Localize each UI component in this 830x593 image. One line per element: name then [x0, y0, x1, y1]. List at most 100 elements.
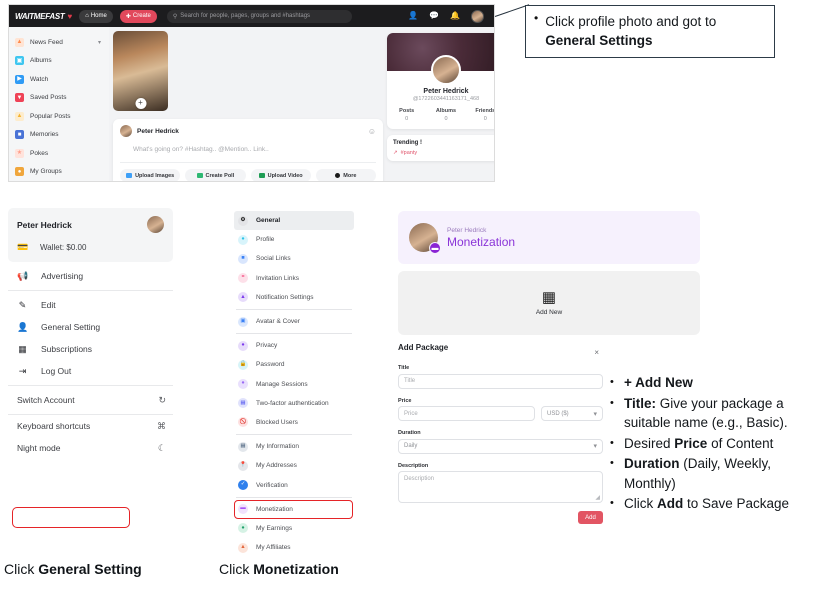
- logout-icon: ⇥: [18, 365, 27, 376]
- settings-item-invitation-links[interactable]: ⚭ Invitation Links: [234, 269, 354, 288]
- add-friend-icon[interactable]: 👤: [408, 12, 418, 20]
- settings-item-my-affiliates[interactable]: ▲ My Affiliates: [234, 538, 354, 557]
- settings-item-privacy[interactable]: ● Privacy: [234, 336, 354, 355]
- app-logo[interactable]: WAITMEFAST: [15, 12, 65, 21]
- navbar-actions: 👤 💬 🔔: [408, 9, 488, 23]
- settings-item-general[interactable]: ⚙ General: [234, 211, 354, 231]
- list-item: • Title: Give your package a suitable na…: [610, 394, 826, 433]
- dropdown-item-night-mode[interactable]: Night mode ☾: [8, 437, 173, 459]
- dropdown-item-general-setting[interactable]: 👤 General Setting: [8, 316, 173, 338]
- trending-title: Trending !: [393, 140, 422, 146]
- nav-home-label: Home: [90, 13, 107, 19]
- app-navbar: WAITMEFAST ♥ ⌂ Home ✚ Create ⚲ Search fo…: [9, 5, 494, 27]
- sidebar-item-watch[interactable]: ▶ Watch: [15, 70, 109, 89]
- caption-general-setting: Click General Setting: [4, 561, 142, 577]
- button-label: Upload Video: [267, 172, 303, 179]
- sidebar-item-saved-posts[interactable]: ▼ Saved Posts: [15, 89, 109, 108]
- callout-text-bold: General Settings: [545, 33, 653, 48]
- sidebar-item-albums[interactable]: ▣ Albums: [15, 52, 109, 71]
- sidebar-item-pokes[interactable]: ★ Pokes: [15, 144, 109, 163]
- field-label: Title: [398, 365, 410, 371]
- bell-icon[interactable]: 🔔: [450, 12, 460, 20]
- title-input[interactable]: Title: [398, 373, 603, 389]
- search-input[interactable]: ⚲ Search for people, pages, groups and #…: [166, 9, 352, 23]
- sidebar-label: Watch: [30, 75, 49, 83]
- divider: [236, 434, 352, 436]
- add-story-icon[interactable]: +: [135, 98, 146, 109]
- settings-item-my-information[interactable]: ▦ My Information: [234, 437, 354, 456]
- bullet-text: Title: Give your package a suitable name…: [624, 394, 826, 433]
- settings-item-social-links[interactable]: ■ Social Links: [234, 249, 354, 268]
- composer-placeholder[interactable]: What's going on? #Hashtag.. @Mention.. L…: [133, 146, 376, 153]
- monetization-heading-text: Peter Hedrick Monetization: [447, 227, 515, 249]
- price-input[interactable]: Price: [398, 406, 535, 421]
- callout-box: • Click profile photo and got to General…: [525, 5, 775, 58]
- bullet-icon: •: [610, 396, 614, 409]
- emoji-icon[interactable]: ☺: [368, 127, 376, 136]
- nav-home-button[interactable]: ⌂ Home: [79, 9, 113, 23]
- add-button[interactable]: Add: [578, 511, 603, 524]
- nav-create-button[interactable]: ✚ Create: [119, 9, 157, 23]
- dropdown-item-subscriptions[interactable]: ▦ Subscriptions: [8, 338, 173, 360]
- settings-item-my-earnings[interactable]: ● My Earnings: [234, 519, 354, 538]
- navbar-profile-avatar[interactable]: [471, 9, 484, 23]
- duration-select[interactable]: Daily ▾: [398, 438, 603, 454]
- story-photo[interactable]: +: [113, 31, 168, 111]
- bullet-bold: Title:: [624, 395, 657, 411]
- user-gear-icon: 👤: [17, 321, 29, 332]
- sidebar-item-memories[interactable]: ■ Memories: [15, 126, 109, 145]
- stat-value: 0: [483, 116, 487, 122]
- megaphone-icon: 📢: [17, 270, 29, 281]
- settings-item-avatar-cover[interactable]: ▣ Avatar & Cover: [234, 312, 354, 331]
- settings-item-notification-settings[interactable]: ▲ Notification Settings: [234, 288, 354, 307]
- add-new-package-button[interactable]: ▦ Add New: [398, 271, 700, 335]
- dropdown-item-log-out[interactable]: ⇥ Log Out: [8, 360, 173, 382]
- dropdown-item-keyboard-shortcuts[interactable]: Keyboard shortcuts ⌘: [8, 415, 173, 437]
- field-title: Title Title: [398, 365, 603, 389]
- settings-item-two-factor-authentication[interactable]: ▦ Two-factor authentication: [234, 394, 354, 413]
- dropdown-item-advertising[interactable]: 📢 Advertising: [8, 265, 173, 287]
- settings-item-profile[interactable]: ● Profile: [234, 230, 354, 249]
- dropdown-item-edit[interactable]: ✎ Edit: [8, 294, 173, 316]
- more-dots-icon: [335, 173, 341, 178]
- settings-item-monetization[interactable]: ▬ Monetization: [234, 500, 354, 519]
- description-textarea[interactable]: Description ◢: [398, 471, 603, 503]
- upload-video-button[interactable]: Upload Video: [250, 169, 311, 181]
- sidebar-item-my-groups[interactable]: ● My Groups: [15, 163, 109, 182]
- upload-images-button[interactable]: Upload Images: [120, 169, 181, 181]
- settings-item-verification[interactable]: ✓ Verification: [234, 475, 354, 494]
- currency-select[interactable]: USD ($) ▾: [541, 406, 603, 421]
- messenger-icon[interactable]: 💬: [429, 12, 439, 20]
- settings-item-password[interactable]: 🔒 Password: [234, 355, 354, 374]
- stat-label: Friends: [475, 108, 495, 114]
- avatar[interactable]: [431, 55, 461, 85]
- dropdown-user-card[interactable]: Peter Hedrick 💳 Wallet: $0.00: [8, 208, 173, 262]
- chevron-down-icon[interactable]: ▾: [98, 39, 101, 46]
- close-icon[interactable]: ×: [594, 348, 599, 357]
- field-label: Price: [398, 397, 412, 404]
- bullet-bold: + Add New: [624, 375, 693, 390]
- sidebar-item-popular-posts[interactable]: ▲ Popular Posts: [15, 107, 109, 126]
- create-poll-button[interactable]: Create Poll: [185, 169, 246, 181]
- bookmark-icon: ▼: [15, 93, 24, 103]
- item-label: General Setting: [41, 322, 101, 332]
- settings-item-manage-sessions[interactable]: ● Manage Sessions: [234, 375, 354, 394]
- list-item: • Click Add to Save Package: [610, 494, 826, 514]
- settings-item-blocked-users[interactable]: 🚫 Blocked Users: [234, 413, 354, 432]
- stat-value: 0: [405, 116, 409, 122]
- more-button[interactable]: More: [315, 169, 376, 181]
- bullet-icon: •: [610, 376, 614, 388]
- dropdown-item-switch-account[interactable]: Switch Account ↻: [8, 389, 173, 411]
- trending-tag[interactable]: ↗ #panty: [393, 150, 494, 156]
- trend-up-icon: ↗: [393, 150, 398, 156]
- stat-label: Albums: [435, 108, 457, 114]
- settings-item-my-addresses[interactable]: 📍 My Addresses: [234, 456, 354, 475]
- sidebar-item-my-pages[interactable]: ⚑ My Pages: [15, 181, 109, 182]
- resize-grip-icon[interactable]: ◢: [595, 494, 600, 501]
- bullet-tail: of Content: [707, 435, 774, 451]
- item-label: Blocked Users: [256, 418, 298, 426]
- field-description: Description Description ◢: [398, 463, 603, 503]
- wallet-row[interactable]: 💳 Wallet: $0.00: [17, 242, 164, 253]
- item-label: My Information: [256, 443, 299, 451]
- sidebar-item-news-feed[interactable]: ▲ News Feed ▾: [15, 33, 109, 52]
